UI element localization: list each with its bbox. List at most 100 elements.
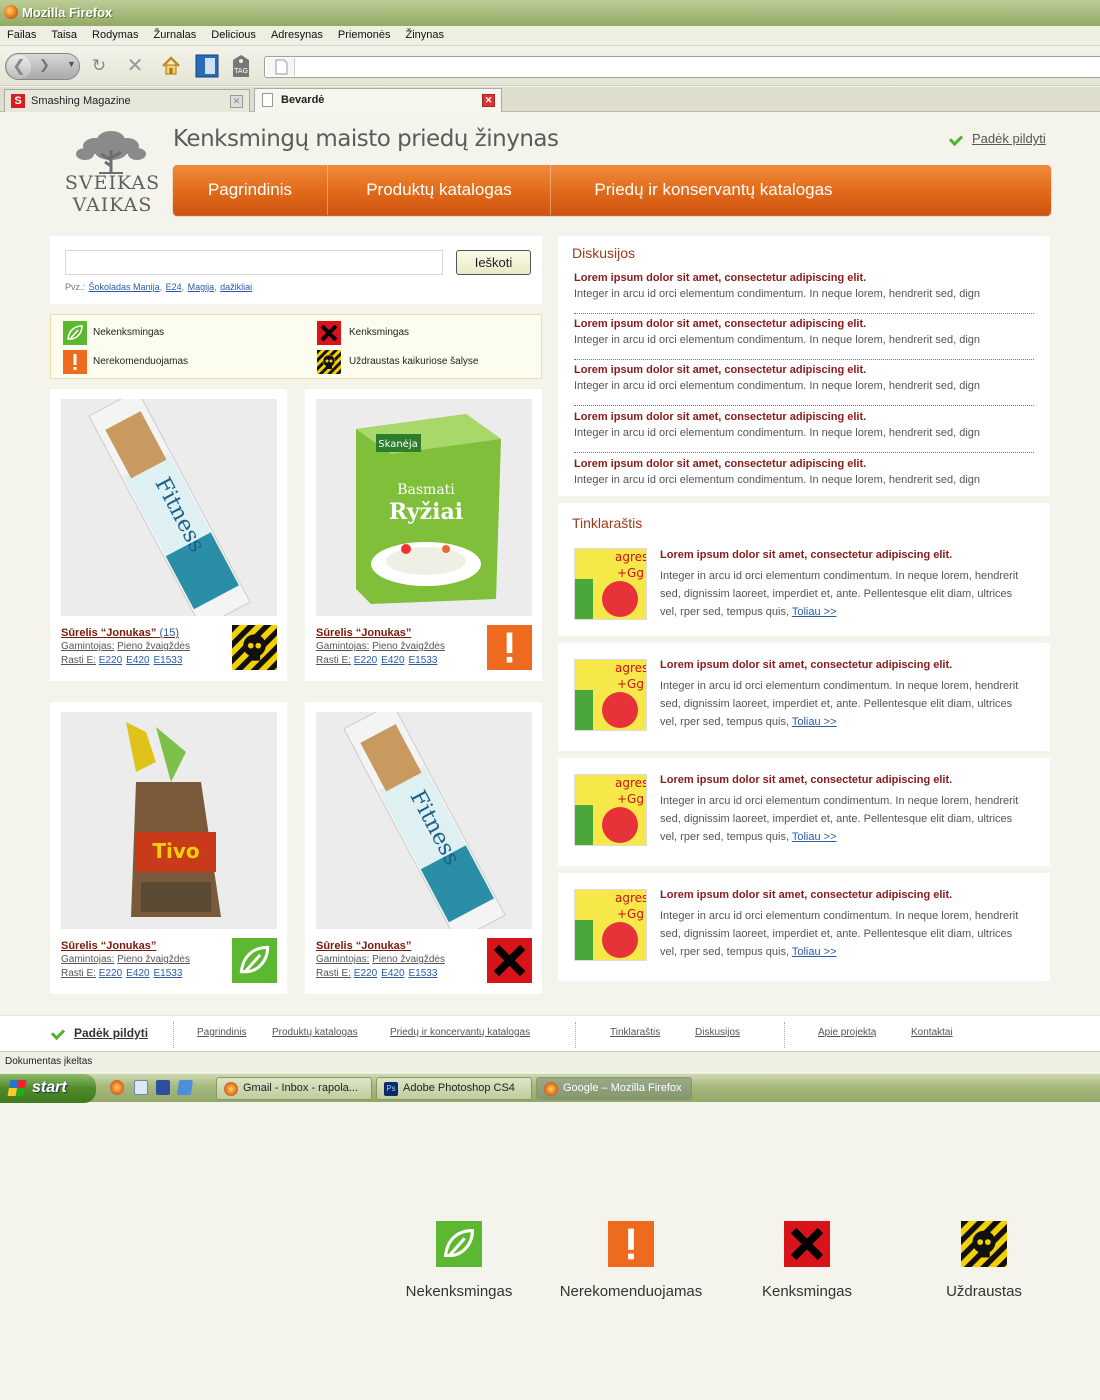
footer-link[interactable]: Priedų ir koncervantų katalogas <box>390 1027 530 1038</box>
blog-thumbnail[interactable]: agresi +Gg <box>574 774 647 846</box>
help-fill-link[interactable]: Padėk pildyti <box>950 131 1046 146</box>
footer-link[interactable]: Diskusijos <box>695 1027 740 1038</box>
e-code-link[interactable]: E220 <box>99 968 122 979</box>
product-card[interactable]: Fitness Sūrelis “Jonukas” Gamintojas: Pi… <box>305 702 542 994</box>
footer-link[interactable]: Apie projektą <box>818 1027 876 1038</box>
home-icon[interactable] <box>160 55 182 77</box>
footer-link[interactable]: Produktų katalogas <box>272 1027 358 1038</box>
menu-priemones[interactable]: Priemonės <box>338 26 391 45</box>
blog-title[interactable]: Lorem ipsum dolor sit amet, consectetur … <box>660 659 952 671</box>
menu-rodymas[interactable]: Rodymas <box>92 26 138 45</box>
notepad-quicklaunch-icon[interactable] <box>134 1080 148 1095</box>
product-image[interactable]: Tivo <box>61 712 277 929</box>
discussion-title[interactable]: Lorem ipsum dolor sit amet, consectetur … <box>574 272 1034 284</box>
product-name[interactable]: Sūrelis “Jonukas” <box>316 627 411 639</box>
reload-icon[interactable]: ↻ <box>88 55 110 77</box>
discussion-item[interactable]: Lorem ipsum dolor sit amet, consectetur … <box>574 454 1034 500</box>
e-code-link[interactable]: E420 <box>381 968 404 979</box>
product-card[interactable]: Tivo Sūrelis “Jonukas” Gamintojas: Pieno… <box>50 702 287 994</box>
address-bar[interactable] <box>264 56 1100 78</box>
tag-icon[interactable]: TAG <box>230 54 252 78</box>
blog-thumbnail[interactable]: agresi +Gg <box>574 548 647 620</box>
e-code-link[interactable]: E420 <box>381 655 404 666</box>
example-link[interactable]: Magija <box>188 282 215 292</box>
discussion-title[interactable]: Lorem ipsum dolor sit amet, consectetur … <box>574 364 1034 376</box>
blog-title[interactable]: Lorem ipsum dolor sit amet, consectetur … <box>660 549 952 561</box>
search-button[interactable]: Ieškoti <box>456 250 531 275</box>
product-card[interactable]: Fitness Sūrelis “Jonukas” (15) Gamintoja… <box>50 389 287 681</box>
read-more-link[interactable]: Toliau >> <box>792 946 837 958</box>
bookmark-icon[interactable] <box>195 54 219 78</box>
save-quicklaunch-icon[interactable] <box>156 1080 170 1095</box>
e-code-link[interactable]: E220 <box>354 655 377 666</box>
e-code-link[interactable]: E1533 <box>409 968 438 979</box>
e-code-link[interactable]: E1533 <box>409 655 438 666</box>
footer-help-link[interactable]: Padėk pildyti <box>52 1026 148 1040</box>
read-more-link[interactable]: Toliau >> <box>792 831 837 843</box>
discussion-item[interactable]: Lorem ipsum dolor sit amet, consectetur … <box>574 360 1034 406</box>
task-gmail[interactable]: Gmail - Inbox - rapola... <box>216 1077 372 1100</box>
product-name[interactable]: Sūrelis “Jonukas” <box>61 940 156 952</box>
e-code-link[interactable]: E420 <box>126 968 149 979</box>
menu-zurnalas[interactable]: Žurnalas <box>154 26 197 45</box>
menu-failas[interactable]: Failas <box>7 26 36 45</box>
task-photoshop[interactable]: Ps Adobe Photoshop CS4 <box>376 1077 532 1100</box>
blog-title[interactable]: Lorem ipsum dolor sit amet, consectetur … <box>660 774 952 786</box>
product-image[interactable]: Fitness <box>61 399 277 616</box>
example-link[interactable]: dažikliai <box>220 282 252 292</box>
discussion-item[interactable]: Lorem ipsum dolor sit amet, consectetur … <box>574 314 1034 360</box>
e-code-link[interactable]: E1533 <box>154 655 183 666</box>
discussion-item[interactable]: Lorem ipsum dolor sit amet, consectetur … <box>574 407 1034 453</box>
discussion-title[interactable]: Lorem ipsum dolor sit amet, consectetur … <box>574 318 1034 330</box>
close-tab-icon[interactable]: ✕ <box>482 94 495 107</box>
tab-strip: S Smashing Magazine ✕ Bevardė ✕ <box>0 87 1100 112</box>
e-code-link[interactable]: E220 <box>354 968 377 979</box>
product-maker: Gamintojas: Pieno žvaigždės <box>316 641 445 652</box>
menu-taisa[interactable]: Taisa <box>51 26 77 45</box>
page-icon <box>267 58 295 76</box>
example-link[interactable]: Šokoladas Manija <box>89 282 160 292</box>
menu-delicious[interactable]: Delicious <box>211 26 256 45</box>
stop-icon[interactable]: ✕ <box>124 55 146 77</box>
back-icon[interactable]: ❮ <box>7 55 31 79</box>
menu-adresynas[interactable]: Adresynas <box>271 26 323 45</box>
e-code-link[interactable]: E420 <box>126 655 149 666</box>
product-name[interactable]: Sūrelis “Jonukas” (15) <box>61 627 179 639</box>
history-dropdown-icon[interactable]: ▼ <box>67 59 76 69</box>
blog-thumbnail[interactable]: agresi +Gg <box>574 889 647 961</box>
read-more-link[interactable]: Toliau >> <box>792 606 837 618</box>
nav-priedu-katalogas[interactable]: Priedų ir konservantų katalogas <box>551 165 876 215</box>
skull-icon <box>961 1221 1007 1267</box>
forward-icon[interactable]: ❯ <box>39 57 50 73</box>
site-logo[interactable]: SVEIKAS VAIKAS <box>60 128 165 220</box>
close-tab-icon[interactable]: ✕ <box>230 95 243 108</box>
desktop-quicklaunch-icon[interactable] <box>176 1080 194 1095</box>
nav-pagrindinis[interactable]: Pagrindinis <box>173 165 328 215</box>
tab-bevarde[interactable]: Bevardė ✕ <box>254 88 502 112</box>
e-code-link[interactable]: E220 <box>99 655 122 666</box>
footer-link[interactable]: Tinklaraštis <box>610 1027 660 1038</box>
product-image[interactable]: Skanėja Basmati Ryžiai <box>316 399 532 616</box>
firefox-quicklaunch-icon[interactable] <box>110 1080 124 1095</box>
discussion-title[interactable]: Lorem ipsum dolor sit amet, consectetur … <box>574 411 1034 423</box>
menu-zinynas[interactable]: Žinynas <box>406 26 445 45</box>
blog-thumbnail[interactable]: agresi +Gg <box>574 659 647 731</box>
blog-title[interactable]: Lorem ipsum dolor sit amet, consectetur … <box>660 889 952 901</box>
start-button[interactable]: start <box>0 1074 96 1103</box>
footer-link[interactable]: Kontaktai <box>911 1027 953 1038</box>
e-code-link[interactable]: E1533 <box>154 968 183 979</box>
search-input[interactable] <box>65 250 443 275</box>
product-name[interactable]: Sūrelis “Jonukas” <box>316 940 411 952</box>
footer-link[interactable]: Pagrindinis <box>197 1027 246 1038</box>
example-link[interactable]: E24 <box>166 282 182 292</box>
task-firefox[interactable]: Google – Mozilla Firefox <box>536 1077 692 1100</box>
product-image[interactable]: Fitness <box>316 712 532 929</box>
read-more-link[interactable]: Toliau >> <box>792 716 837 728</box>
exclamation-icon <box>63 350 87 374</box>
nav-produktu-katalogas[interactable]: Produktų katalogas <box>328 165 551 215</box>
discussion-item[interactable]: Lorem ipsum dolor sit amet, consectetur … <box>574 268 1034 314</box>
page-icon <box>262 93 273 107</box>
discussion-title[interactable]: Lorem ipsum dolor sit amet, consectetur … <box>574 458 1034 470</box>
product-card[interactable]: Skanėja Basmati Ryžiai Sūrelis “Jonukas” G… <box>305 389 542 681</box>
tab-smashing[interactable]: S Smashing Magazine ✕ <box>4 89 250 112</box>
